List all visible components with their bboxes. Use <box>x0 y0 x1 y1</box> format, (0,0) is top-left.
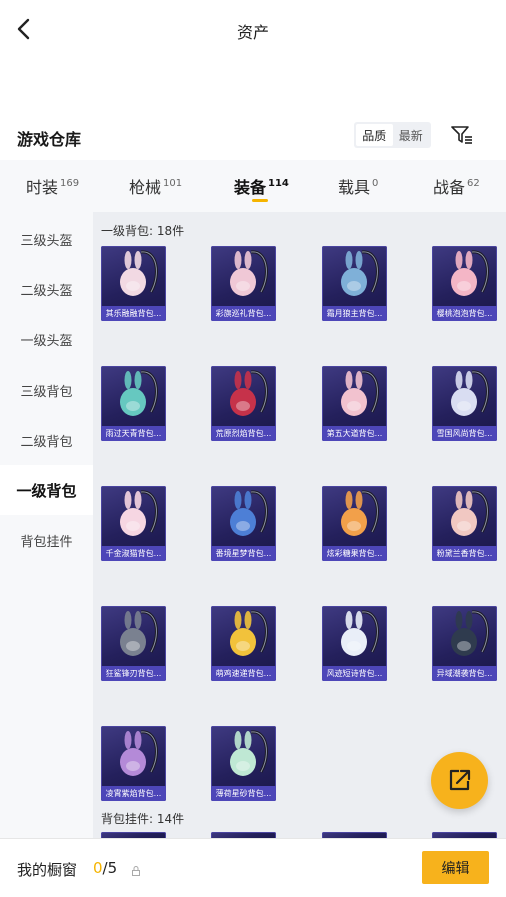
item-card[interactable]: 炫彩糖果背包... <box>322 486 387 561</box>
tab-equipment[interactable]: 装备 114 <box>234 174 289 198</box>
tab-supplies[interactable]: 战备 62 <box>433 174 480 198</box>
item-card[interactable]: 其乐融融背包... <box>101 246 166 321</box>
item-card-label: 狂鲨锋刃背包... <box>101 666 166 681</box>
lock-icon <box>130 862 142 876</box>
my-window-label: 我的橱窗 <box>17 861 78 879</box>
bottom-bar: 我的橱窗 0/5 编辑 <box>0 838 506 897</box>
group-label-pendants: 背包挂件: 14件 <box>101 812 185 826</box>
backpack-icon <box>120 370 158 416</box>
item-card[interactable]: 雨过天青背包... <box>101 366 166 441</box>
item-card-label: 粉黛兰香背包... <box>432 546 497 561</box>
backpack-icon <box>120 490 158 536</box>
category-tabs: 时装 169 枪械 101 装备 114 载具 0 战备 62 <box>0 160 506 212</box>
item-card-label: 第五大道背包... <box>322 426 387 441</box>
group-label-backpacks: 一级背包: 18件 <box>101 224 185 238</box>
window-count: 0/5 <box>93 859 118 877</box>
item-card-label: 雨过天青背包... <box>101 426 166 441</box>
item-card[interactable]: 千金淑猫背包... <box>101 486 166 561</box>
item-grid-area: 一级背包: 18件 其乐融融背包... 彩旗巡礼背包... 霜月狼主背包... 樱桃泡… <box>93 212 506 838</box>
backpack-icon <box>120 610 158 656</box>
sidebar-item-level2-backpack[interactable]: 二级背包 <box>0 415 93 465</box>
external-link-icon <box>449 769 471 791</box>
item-card-label: 其乐融融背包... <box>101 306 166 321</box>
sort-newest-button[interactable]: 最新 <box>393 124 430 146</box>
sort-quality-button[interactable]: 品质 <box>356 124 393 146</box>
item-card-label: 凌霄紫焰背包... <box>101 786 166 801</box>
filter-icon[interactable] <box>449 122 475 148</box>
edit-button[interactable]: 编辑 <box>422 851 489 884</box>
sidebar-item-level2-helmet[interactable]: 二级头盔 <box>0 264 93 314</box>
tab-firearms[interactable]: 枪械 101 <box>129 174 182 198</box>
item-card[interactable]: 凌霄紫焰背包... <box>101 726 166 801</box>
item-card-label: 雪国风尚背包... <box>432 426 497 441</box>
page-title: 资产 <box>236 23 269 42</box>
backpack-icon <box>451 370 489 416</box>
item-card[interactable]: 粉黛兰香背包... <box>432 486 497 561</box>
item-card[interactable]: 彩旗巡礼背包... <box>211 246 276 321</box>
item-card[interactable]: 狂鲨锋刃背包... <box>101 606 166 681</box>
sort-toggle: 品质 最新 <box>354 122 431 148</box>
sidebar-item-level3-backpack[interactable]: 三级背包 <box>0 365 93 415</box>
item-card[interactable]: 风迹短诗背包... <box>322 606 387 681</box>
item-card-label: 萌鸡速递背包... <box>211 666 276 681</box>
item-card-label: 樱桃泡泡背包... <box>432 306 497 321</box>
item-card-label: 霜月狼主背包... <box>322 306 387 321</box>
backpack-icon <box>341 370 379 416</box>
warehouse-header: 游戏仓库 品质 最新 <box>0 118 506 154</box>
sidebar-item-backpack-pendant[interactable]: 背包挂件 <box>0 515 93 565</box>
item-card[interactable]: 雪国风尚背包... <box>432 366 497 441</box>
backpack-icon <box>230 490 268 536</box>
item-card-label: 薄荷星砂背包... <box>211 786 276 801</box>
item-card[interactable]: 荒原烈焰背包... <box>211 366 276 441</box>
backpack-icon <box>230 370 268 416</box>
backpack-icon <box>120 250 158 296</box>
item-card-label: 异域潮袭背包... <box>432 666 497 681</box>
backpack-icon <box>341 250 379 296</box>
share-button[interactable] <box>431 752 488 809</box>
item-card[interactable]: 异域潮袭背包... <box>432 606 497 681</box>
sidebar-item-level1-backpack[interactable]: 一级背包 <box>0 465 93 515</box>
item-card[interactable]: 樱桃泡泡背包... <box>432 246 497 321</box>
backpack-icon <box>230 730 268 776</box>
tab-fashion[interactable]: 时装 169 <box>26 174 79 198</box>
sidebar-item-level1-helmet[interactable]: 一级头盔 <box>0 314 93 364</box>
sidebar-item-level3-helmet[interactable]: 三级头盔 <box>0 214 93 264</box>
backpack-icon <box>341 490 379 536</box>
tab-vehicles[interactable]: 载具 0 <box>338 174 378 198</box>
item-card-label: 番境星梦背包... <box>211 546 276 561</box>
sidebar: 三级头盔 二级头盔 一级头盔 三级背包 二级背包 一级背包 背包挂件 <box>0 212 93 838</box>
item-card[interactable]: 萌鸡速递背包... <box>211 606 276 681</box>
item-card-label: 千金淑猫背包... <box>101 546 166 561</box>
item-card[interactable]: 番境星梦背包... <box>211 486 276 561</box>
backpack-icon <box>451 490 489 536</box>
item-card-label: 荒原烈焰背包... <box>211 426 276 441</box>
item-card-label: 彩旗巡礼背包... <box>211 306 276 321</box>
section-title: 游戏仓库 <box>17 130 82 149</box>
backpack-icon <box>230 610 268 656</box>
item-card[interactable]: 薄荷星砂背包... <box>211 726 276 801</box>
backpack-icon <box>341 610 379 656</box>
active-tab-indicator <box>252 199 268 202</box>
item-card-label: 风迹短诗背包... <box>322 666 387 681</box>
item-card[interactable]: 第五大道背包... <box>322 366 387 441</box>
top-bar: 资产 <box>0 0 506 60</box>
item-card-label: 炫彩糖果背包... <box>322 546 387 561</box>
backpack-icon <box>451 250 489 296</box>
backpack-icon <box>230 250 268 296</box>
backpack-icon <box>120 730 158 776</box>
item-card[interactable]: 霜月狼主背包... <box>322 246 387 321</box>
backpack-icon <box>451 610 489 656</box>
